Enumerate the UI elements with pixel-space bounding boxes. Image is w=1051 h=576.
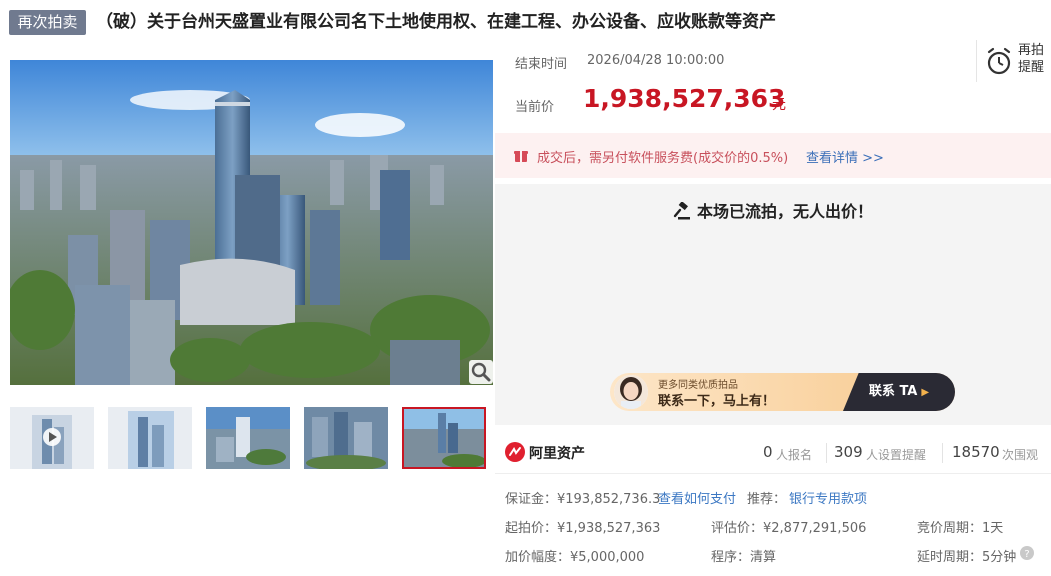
alarm-clock-icon: [987, 47, 1011, 75]
thumbnail-5[interactable]: [402, 407, 486, 469]
auction-status: 本场已流拍，无人出价！: [495, 198, 1051, 222]
view-label: 次围观: [1002, 448, 1039, 462]
end-time-value: 2026/04/28 10:00:00: [587, 53, 725, 68]
ali-assets-logo-icon: [505, 442, 525, 462]
divider: [826, 443, 827, 463]
main-photo[interactable]: [10, 60, 493, 385]
end-time-label: 结束时间: [515, 57, 568, 72]
contact-button-label: 联系 TA: [868, 384, 918, 399]
thumbnail-image: [108, 407, 192, 469]
service-fee-notice: 成交后，需另付软件服务费(成交价的0.5%) 查看详情 >>: [495, 133, 1051, 178]
bid-increment: 加价幅度：¥5,000,000: [505, 550, 645, 565]
thumbnail-image: [206, 407, 290, 469]
thumbnail-image: [304, 407, 388, 469]
auction-status-text: 本场已流拍，无人出价！: [696, 202, 873, 221]
thumbnail-1[interactable]: [10, 407, 94, 469]
price-unit: 元: [772, 97, 786, 113]
svg-text:?: ?: [1024, 549, 1029, 560]
auction-stats: 阿里资产 0 人报名 309 人设置提醒 18570 次围观: [495, 433, 1051, 474]
remind-label-line2: 提醒: [1018, 60, 1045, 75]
divider: [942, 443, 943, 463]
page-title: （破）关于台州天盛置业有限公司名下土地使用权、在建工程、办公设备、应收账款等资产: [96, 12, 776, 32]
thumbnail-2[interactable]: [108, 407, 192, 469]
deposit-info: 保证金：¥193,852,736.3: [505, 492, 661, 507]
delay-cycle: 延时周期：5分钟: [917, 550, 1017, 565]
help-icon[interactable]: ?: [1020, 546, 1034, 560]
signup-label: 人报名: [776, 448, 813, 462]
magnifier-icon: [471, 362, 491, 382]
remind-label-line1: 再拍: [1018, 43, 1045, 58]
recommend-label: 推荐：: [747, 492, 787, 507]
remind-button[interactable]: 再拍 提醒: [976, 40, 1051, 82]
thumbnail-4[interactable]: [304, 407, 388, 469]
contact-subtitle: 更多同类优质拍品: [658, 380, 738, 391]
contact-banner: 更多同类优质拍品 联系一下，马上有！ 联系 TA ▶: [495, 362, 1051, 425]
view-count: 18570: [952, 443, 1000, 461]
bidding-cycle: 竞价周期：1天: [917, 521, 1004, 536]
fee-details-link[interactable]: 查看详情 >>: [806, 147, 884, 166]
reminder-count: 309: [834, 443, 863, 461]
thumbnail-image: [404, 409, 484, 467]
zoom-button[interactable]: [469, 360, 493, 384]
gavel-icon: [673, 201, 690, 220]
gift-icon: [514, 151, 528, 162]
procedure-type: 程序：清算: [711, 550, 777, 565]
brand-name: 阿里资产: [529, 446, 585, 462]
signup-count: 0: [763, 443, 773, 461]
thumbnail-image: [10, 407, 94, 469]
thumbnail-3[interactable]: [206, 407, 290, 469]
appraisal-price: 评估价：¥2,877,291,506: [711, 521, 867, 536]
city-skyline-photo: [10, 60, 493, 385]
contact-button[interactable]: 联系 TA ▶: [843, 373, 955, 411]
recommend-link[interactable]: 银行专用款项: [789, 488, 867, 507]
contact-pill[interactable]: 更多同类优质拍品 联系一下，马上有！ 联系 TA ▶: [610, 373, 955, 411]
contact-title: 联系一下，马上有！: [658, 394, 776, 409]
deposit-payment-link[interactable]: 查看如何支付: [658, 488, 736, 507]
triangle-right-icon: ▶: [921, 387, 930, 398]
service-fee-text: 成交后，需另付软件服务费(成交价的0.5%): [537, 151, 789, 166]
current-price-label: 当前价: [515, 100, 555, 115]
agent-avatar: [614, 375, 648, 409]
current-price: 1,938,527,363: [583, 84, 786, 113]
auction-type-badge: 再次拍卖: [9, 10, 86, 35]
starting-price: 起拍价：¥1,938,527,363: [505, 521, 661, 536]
reminder-label: 人设置提醒: [866, 448, 927, 462]
auction-status-panel: 本场已流拍，无人出价！: [495, 184, 1051, 362]
